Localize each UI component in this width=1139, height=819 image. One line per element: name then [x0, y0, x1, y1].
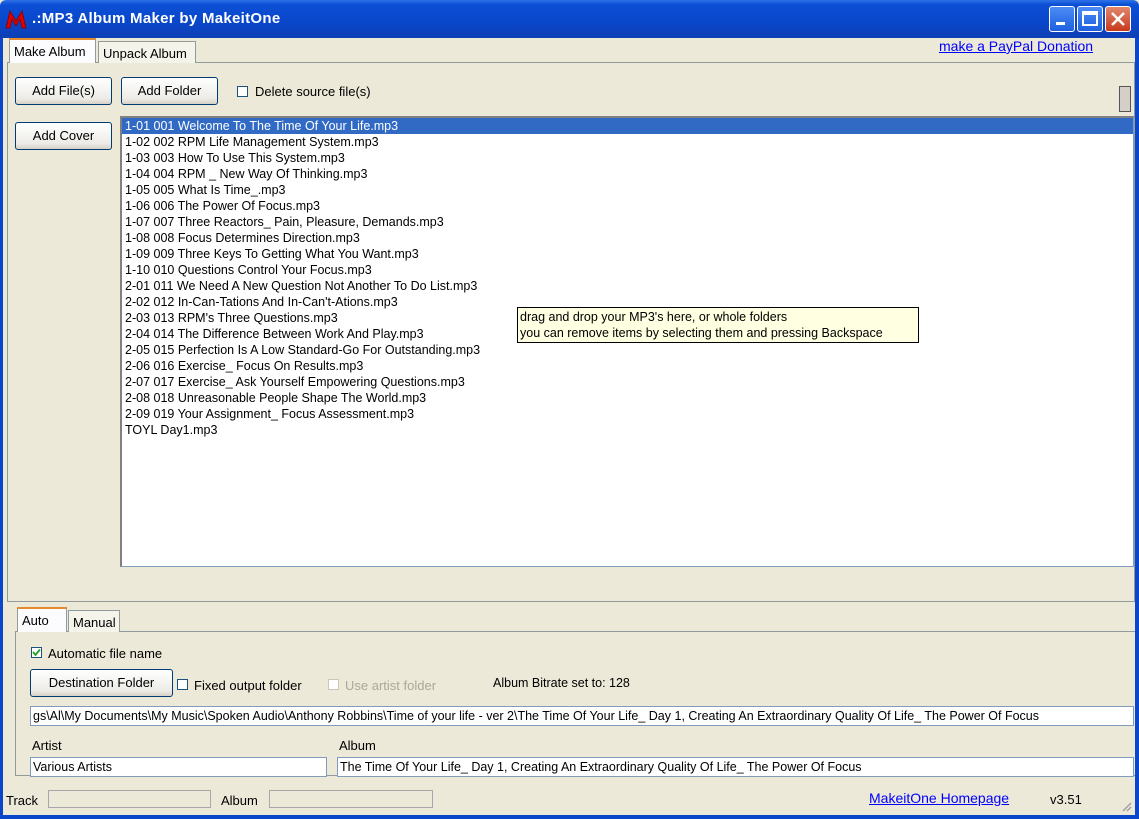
artist-label: Artist [32, 738, 62, 753]
version-label: v3.51 [1050, 792, 1082, 807]
list-item[interactable]: 1-08 008 Focus Determines Direction.mp3 [122, 230, 1133, 246]
automatic-file-name-label: Automatic file name [48, 646, 163, 661]
tooltip-line: drag and drop your MP3's here, or whole … [520, 310, 788, 324]
status-album-field [269, 790, 433, 808]
cover-thumbnail[interactable] [1119, 86, 1131, 112]
list-item[interactable]: 1-09 009 Three Keys To Getting What You … [122, 246, 1133, 262]
list-item[interactable]: TOYL Day1.mp3 [122, 422, 1133, 438]
list-item[interactable]: 2-08 018 Unreasonable People Shape The W… [122, 390, 1133, 406]
resize-grip-icon[interactable] [1120, 800, 1132, 812]
artist-field[interactable]: Various Artists [30, 757, 327, 777]
use-artist-folder-label: Use artist folder [345, 678, 437, 693]
list-item[interactable]: 1-04 004 RPM _ New Way Of Thinking.mp3 [122, 166, 1133, 182]
output-path-field[interactable]: gs\Al\My Documents\My Music\Spoken Audio… [30, 706, 1134, 726]
checkmark-icon [32, 648, 41, 657]
app-logo-icon[interactable] [5, 8, 27, 30]
tab-make-album[interactable]: Make Album [9, 38, 96, 63]
list-item[interactable]: 1-02 002 RPM Life Management System.mp3 [122, 134, 1133, 150]
close-icon [1111, 12, 1125, 26]
list-item[interactable]: 1-07 007 Three Reactors_ Pain, Pleasure,… [122, 214, 1133, 230]
fixed-output-folder-label: Fixed output folder [194, 678, 302, 693]
list-item[interactable]: 2-06 016 Exercise_ Focus On Results.mp3 [122, 358, 1133, 374]
list-item[interactable]: 1-05 005 What Is Time_.mp3 [122, 182, 1133, 198]
window-frame-right [1135, 38, 1139, 819]
tab-label: Make Album [14, 44, 86, 59]
fixed-output-folder-checkbox[interactable] [177, 679, 188, 690]
list-item[interactable]: 1-06 006 The Power Of Focus.mp3 [122, 198, 1133, 214]
tab-auto[interactable]: Auto [17, 607, 67, 632]
add-folder-button[interactable]: Add Folder [121, 77, 218, 105]
add-cover-button[interactable]: Add Cover [15, 122, 112, 150]
use-artist-folder-checkbox[interactable] [328, 679, 339, 690]
automatic-file-name-checkbox[interactable] [31, 647, 42, 658]
list-item[interactable]: 1-10 010 Questions Control Your Focus.mp… [122, 262, 1133, 278]
track-field [48, 790, 211, 808]
makeitone-homepage-link[interactable]: MakeitOne Homepage [869, 790, 1009, 806]
tab-label: Unpack Album [103, 46, 187, 61]
close-button[interactable] [1105, 6, 1131, 32]
track-label: Track [6, 793, 39, 808]
paypal-donation-link[interactable]: make a PayPal Donation [939, 38, 1093, 54]
minimize-icon [1056, 22, 1065, 25]
window-frame-bottom [0, 815, 1139, 819]
minimize-button[interactable] [1049, 6, 1075, 32]
window-title: .:MP3 Album Maker by MakeitOne [32, 10, 281, 27]
maximize-button[interactable] [1077, 6, 1103, 32]
album-label: Album [339, 738, 376, 753]
list-item[interactable]: 1-03 003 How To Use This System.mp3 [122, 150, 1133, 166]
album-field[interactable]: The Time Of Your Life_ Day 1, Creating A… [337, 757, 1134, 777]
tab-label: Auto [22, 613, 49, 628]
album-bitrate-label: Album Bitrate set to: 128 [493, 676, 630, 690]
tab-label: Manual [73, 615, 116, 630]
tab-unpack-album[interactable]: Unpack Album [98, 41, 196, 63]
delete-source-checkbox[interactable] [237, 86, 248, 97]
status-album-label: Album [221, 793, 258, 808]
delete-source-label: Delete source file(s) [255, 84, 371, 99]
drag-drop-tooltip: drag and drop your MP3's here, or whole … [517, 307, 919, 343]
destination-folder-button[interactable]: Destination Folder [30, 669, 173, 697]
list-item[interactable]: 2-05 015 Perfection Is A Low Standard-Go… [122, 342, 1133, 358]
maximize-icon [1082, 11, 1098, 26]
auto-panel [15, 631, 1135, 776]
tooltip-line: you can remove items by selecting them a… [520, 326, 883, 340]
tab-manual[interactable]: Manual [68, 610, 120, 632]
add-files-button[interactable]: Add File(s) [15, 77, 112, 105]
list-item[interactable]: 2-09 019 Your Assignment_ Focus Assessme… [122, 406, 1133, 422]
list-item[interactable]: 1-01 001 Welcome To The Time Of Your Lif… [122, 118, 1133, 134]
list-item[interactable]: 2-07 017 Exercise_ Ask Yourself Empoweri… [122, 374, 1133, 390]
window-frame-left [0, 38, 3, 819]
list-item[interactable]: 2-01 011 We Need A New Question Not Anot… [122, 278, 1133, 294]
